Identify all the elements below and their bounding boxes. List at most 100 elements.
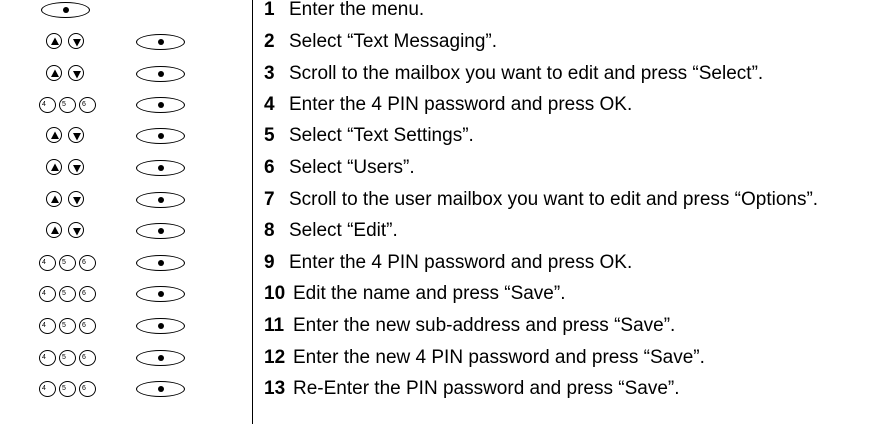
nav-up-down-icon — [46, 65, 96, 83]
keypad-digit-5-icon: 5 — [59, 350, 76, 366]
step-key-icons: 456 — [0, 89, 252, 121]
nav-down-icon — [68, 65, 84, 81]
softkey-icon — [136, 255, 185, 271]
step-number: 3 — [264, 63, 275, 84]
step-row: 5 Select “Text Settings”. — [0, 120, 879, 152]
step-key-icons: 456 — [0, 310, 252, 342]
softkey-icon — [136, 318, 185, 334]
step-instruction: Re-Enter the PIN password and press “Sav… — [293, 378, 680, 399]
step-text: 11 Enter the new sub-address and press “S… — [264, 310, 675, 342]
step-instruction: Edit the name and press “Save”. — [293, 283, 566, 304]
keypad-digit-6-icon: 6 — [79, 97, 96, 113]
keypad-digit-4-icon: 4 — [39, 350, 56, 366]
step-number: 7 — [264, 189, 275, 210]
step-instruction: Scroll to the user mailbox you want to e… — [289, 189, 819, 210]
step-key-icons: 456 — [0, 373, 252, 405]
step-row: 4 5 6 10 Edit the name and press “Save”. — [0, 278, 879, 310]
nav-down-icon — [68, 222, 84, 238]
keypad-digit-5-icon: 5 — [59, 286, 76, 302]
step-key-icons: 456 — [0, 278, 252, 310]
step-text: 5 Select “Text Settings”. — [264, 120, 474, 152]
softkey-icon — [136, 97, 185, 113]
nav-up-down-icon — [46, 33, 96, 51]
softkey-icon — [136, 128, 185, 144]
keypad-digit-5-icon: 5 — [59, 381, 76, 397]
step-number: 6 — [264, 157, 275, 178]
step-instruction: Scroll to the mailbox you want to edit a… — [289, 63, 764, 84]
step-text: 8 Select “Edit”. — [264, 215, 398, 247]
softkey-icon — [136, 223, 185, 239]
step-text: 2 Select “Text Messaging”. — [264, 26, 497, 58]
step-number: 2 — [264, 31, 275, 52]
keypad-digit-5-icon: 5 — [59, 255, 76, 271]
step-number: 5 — [264, 125, 275, 146]
step-row: 4 5 6 11 Enter the new sub-address and press… — [0, 310, 879, 342]
step-instruction: Enter the 4 PIN password and press OK. — [289, 252, 633, 273]
nav-down-icon — [68, 191, 84, 207]
step-text: 3 Scroll to the mailbox you want to edit … — [264, 58, 763, 90]
step-instruction: Enter the new sub-address and press “Sav… — [293, 315, 676, 336]
step-text: 10 Edit the name and press “Save”. — [264, 278, 565, 310]
step-number: 8 — [264, 220, 275, 241]
nav-down-icon — [68, 33, 84, 49]
step-text: 12 Enter the new 4 PIN password and press… — [264, 342, 705, 374]
softkey-icon — [136, 350, 185, 366]
softkey-icon — [136, 192, 185, 208]
nav-up-down-icon — [46, 127, 96, 145]
step-key-icons — [0, 184, 252, 216]
step-instruction: Select “Text Settings”. — [289, 125, 474, 146]
keypad-digit-6-icon: 6 — [79, 318, 96, 334]
step-number: 12 — [264, 347, 286, 368]
keypad-digit-5-icon: 5 — [59, 97, 76, 113]
step-text: 7 Scroll to the user mailbox you want to … — [264, 184, 818, 216]
keypad-digits-icon: 456 — [39, 255, 99, 271]
step-number: 13 — [264, 378, 286, 399]
step-text: 13 Re-Enter the PIN password and press “S… — [264, 373, 680, 405]
nav-up-icon — [46, 222, 62, 238]
keypad-digit-6-icon: 6 — [79, 381, 96, 397]
keypad-digit-6-icon: 6 — [79, 350, 96, 366]
step-text: 4 Enter the 4 PIN password and press OK. — [264, 89, 632, 121]
nav-up-icon — [46, 33, 62, 49]
step-key-icons — [0, 58, 252, 90]
softkey-icon — [136, 286, 185, 302]
keypad-digit-6-icon: 6 — [79, 255, 96, 271]
keypad-digit-6-icon: 6 — [79, 286, 96, 302]
softkey-icon — [41, 2, 90, 18]
step-number: 10 — [264, 283, 286, 304]
step-row: 8 Select “Edit”. — [0, 215, 879, 247]
keypad-digits-icon: 456 — [39, 381, 99, 397]
step-key-icons — [0, 26, 252, 58]
nav-up-icon — [46, 191, 62, 207]
step-key-icons — [0, 152, 252, 184]
step-instruction: Enter the new 4 PIN password and press “… — [293, 347, 705, 368]
step-instruction: Enter the 4 PIN password and press OK. — [289, 94, 633, 115]
step-number: 11 — [264, 315, 285, 336]
step-text: 9 Enter the 4 PIN password and press OK. — [264, 247, 632, 279]
step-number: 9 — [264, 252, 275, 273]
softkey-icon — [136, 34, 185, 50]
step-instruction: Enter the menu. — [289, 0, 425, 20]
step-key-icons — [0, 0, 252, 26]
keypad-digit-4-icon: 4 — [39, 381, 56, 397]
softkey-icon — [136, 160, 185, 176]
softkey-icon — [136, 66, 185, 82]
nav-up-down-icon — [46, 159, 96, 177]
step-row: 7 Scroll to the user mailbox you want to … — [0, 184, 879, 216]
keypad-digit-4-icon: 4 — [39, 97, 56, 113]
step-instruction: Select “Text Messaging”. — [289, 31, 498, 52]
keypad-digits-icon: 456 — [39, 350, 99, 366]
nav-down-icon — [68, 159, 84, 175]
keypad-digit-5-icon: 5 — [59, 318, 76, 334]
step-row: 4 5 6 13 Re-Enter the PIN password and press… — [0, 373, 879, 405]
step-row: 6 Select “Users”. — [0, 152, 879, 184]
keypad-digits-icon: 456 — [39, 318, 99, 334]
nav-up-icon — [46, 65, 62, 81]
nav-up-down-icon — [46, 191, 96, 209]
step-row: 1 Enter the menu. — [0, 0, 879, 26]
step-number: 4 — [264, 94, 275, 115]
step-text: 6 Select “Users”. — [264, 152, 415, 184]
step-key-icons — [0, 120, 252, 152]
step-key-icons — [0, 215, 252, 247]
keypad-digit-4-icon: 4 — [39, 255, 56, 271]
